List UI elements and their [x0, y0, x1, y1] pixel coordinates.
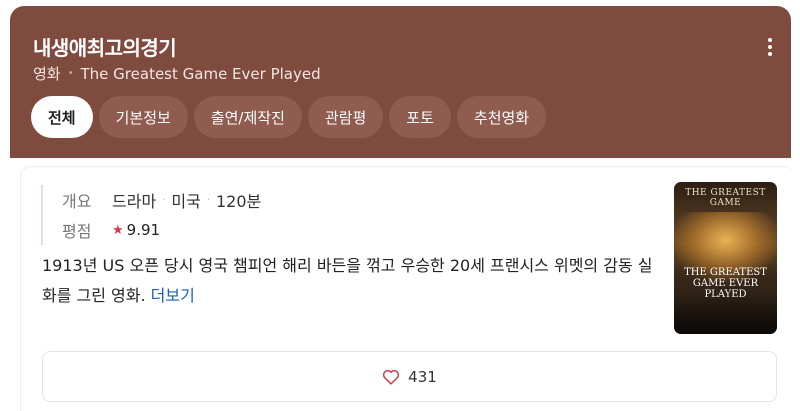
movie-poster[interactable]: THE GREATEST GAME THE GREATEST GAME EVER… — [674, 182, 777, 334]
rating-score: 9.91 — [126, 221, 161, 239]
tab-cast-crew[interactable]: 출연/제작진 — [193, 96, 302, 138]
overview-label: 개요 — [62, 192, 92, 211]
overview-row: 개요 드라마 · 미국 · 120분 — [62, 185, 422, 215]
tab-recommended[interactable]: 추천영화 — [456, 96, 547, 138]
tab-all[interactable]: 전체 — [31, 96, 93, 138]
heart-outline-icon — [383, 369, 400, 385]
country: 미국 — [171, 192, 201, 211]
separator-dot: · — [162, 194, 166, 206]
movie-info: 개요 드라마 · 미국 · 120분 평점 ★ 9.91 — [41, 185, 401, 245]
rating-value: ★ 9.91 — [112, 221, 160, 239]
category-label: 영화 — [33, 65, 61, 83]
overview-value: 드라마 · 미국 · 120분 — [112, 188, 261, 212]
english-title: The Greatest Game Ever Played — [80, 64, 321, 83]
like-count: 431 — [408, 367, 437, 386]
card-header: 내생애최고의경기 영화 • The Greatest Game Ever Pla… — [10, 6, 791, 158]
runtime: 120분 — [216, 192, 262, 211]
star-icon: ★ — [112, 222, 124, 238]
separator-dot: · — [206, 194, 210, 206]
like-button[interactable]: 431 — [42, 351, 777, 402]
tab-photos[interactable]: 포토 — [389, 96, 451, 138]
poster-fade — [674, 294, 777, 334]
movie-card: 내생애최고의경기 영화 • The Greatest Game Ever Pla… — [10, 6, 791, 411]
more-link[interactable]: 더보기 — [151, 286, 195, 305]
poster-top-text: THE GREATEST GAME — [685, 188, 766, 208]
genre: 드라마 — [112, 192, 157, 211]
tab-reviews[interactable]: 관람평 — [307, 96, 384, 138]
rating-row: 평점 ★ 9.91 — [62, 215, 422, 245]
movie-subtitle: 영화 • The Greatest Game Ever Played — [33, 63, 321, 84]
synopsis: 1913년 US 오픈 당시 영국 챔피언 해리 바든을 꺾고 우승한 20세 … — [42, 251, 657, 311]
info-accent-bar — [41, 185, 43, 245]
tab-bar: 전체 기본정보 출연/제작진 관람평 포토 추천영화 — [31, 96, 552, 138]
tab-basic-info[interactable]: 기본정보 — [98, 96, 188, 138]
synopsis-text: 1913년 US 오픈 당시 영국 챔피언 해리 바든을 꺾고 우승한 20세 … — [42, 256, 653, 305]
movie-title[interactable]: 내생애최고의경기 — [33, 32, 177, 61]
rating-label: 평점 — [62, 222, 92, 241]
separator-dot: • — [67, 68, 74, 79]
more-options-icon[interactable] — [767, 38, 773, 56]
movie-summary-panel: 개요 드라마 · 미국 · 120분 평점 ★ 9.91 1913년 US 오픈… — [21, 167, 791, 411]
